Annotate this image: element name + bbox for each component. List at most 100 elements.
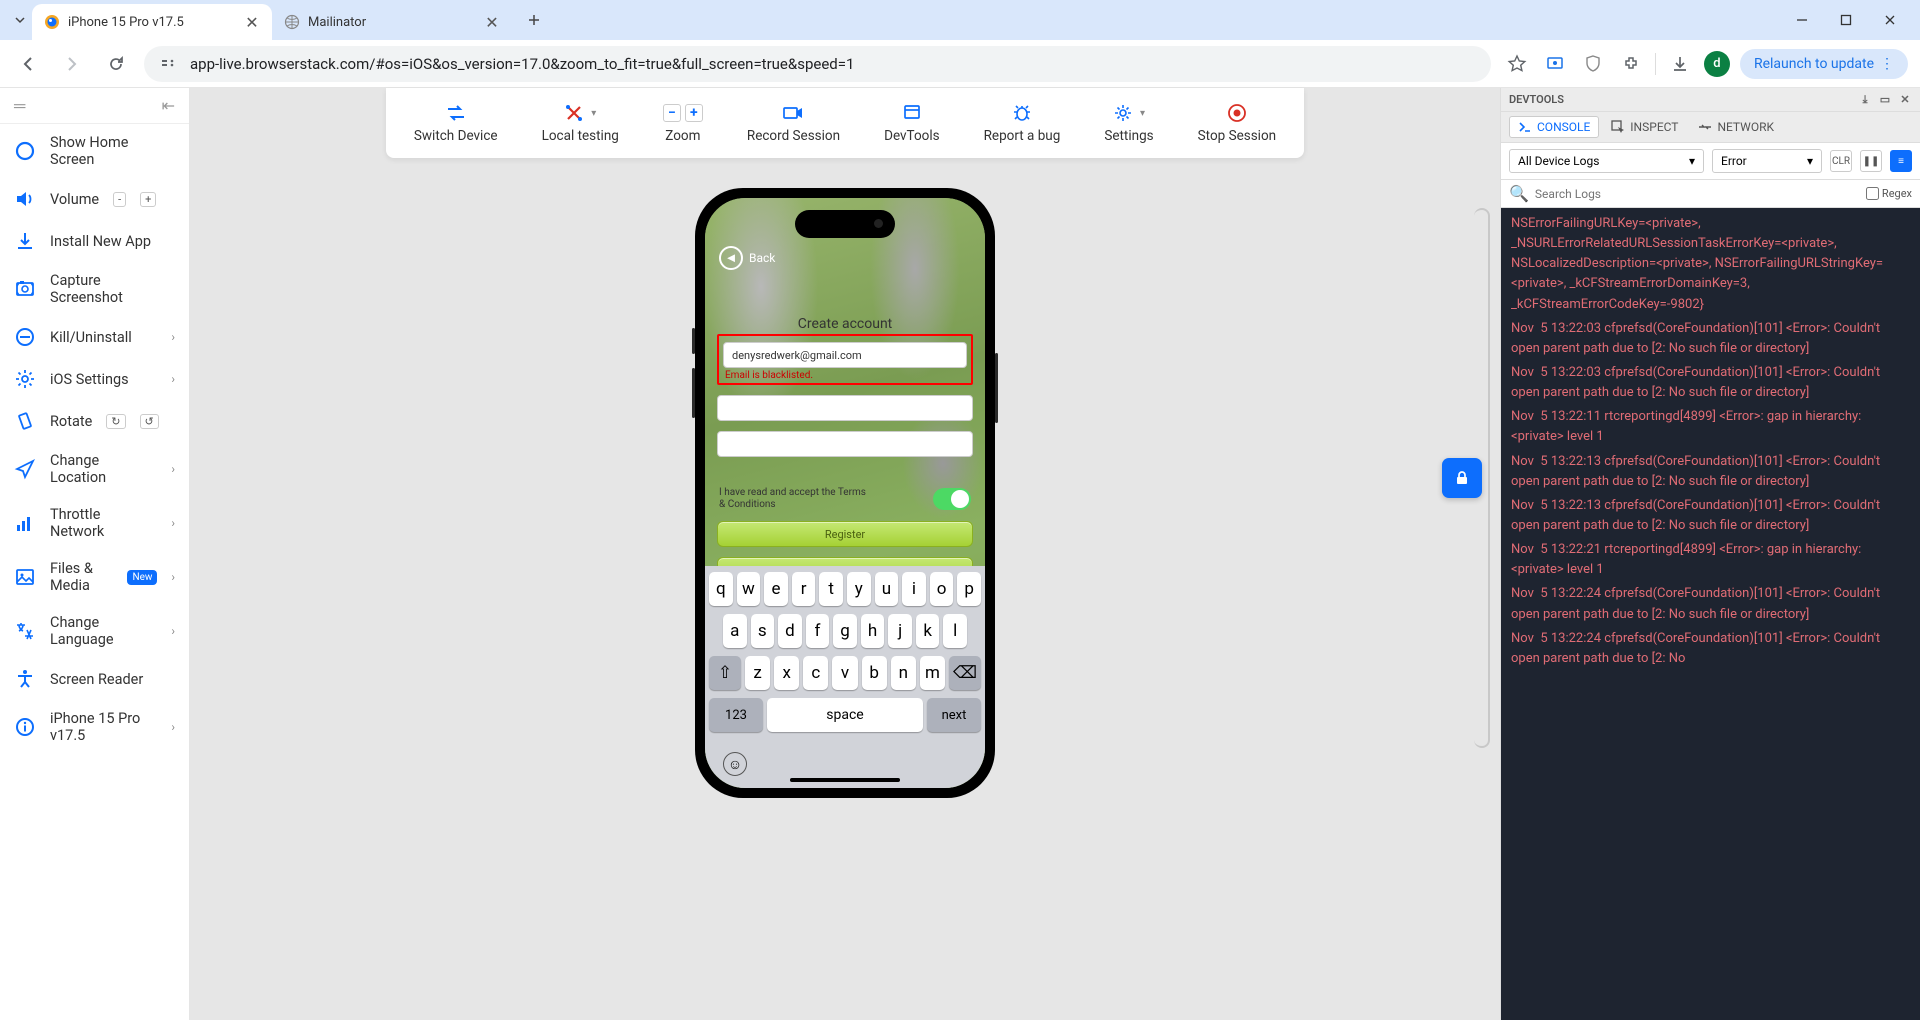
sidebar-item-show-home-screen[interactable]: Show Home Screen	[0, 124, 189, 178]
tab-console[interactable]: CONSOLE	[1509, 116, 1599, 138]
record-session-button[interactable]: Record Session	[737, 98, 850, 148]
star-icon[interactable]	[1503, 50, 1531, 78]
browser-tab-active[interactable]: iPhone 15 Pro v17.5 ✕	[32, 4, 272, 40]
stop-session-button[interactable]: Stop Session	[1188, 98, 1286, 148]
tab-network[interactable]: NETWORK	[1690, 117, 1782, 137]
sidebar-item-ios-settings[interactable]: iOS Settings›	[0, 358, 189, 400]
mini-button[interactable]: ↺	[140, 414, 159, 429]
email-input[interactable]	[723, 342, 967, 368]
pause-logs-button[interactable]: ❚❚	[1860, 150, 1882, 172]
sidebar-item-kill-uninstall[interactable]: Kill/Uninstall›	[0, 316, 189, 358]
zoom-button[interactable]: −+ Zoom	[653, 98, 713, 148]
close-icon[interactable]: ✕	[244, 14, 260, 30]
downloads-icon[interactable]	[1666, 50, 1694, 78]
key-x[interactable]: x	[774, 656, 799, 690]
sidebar-item-volume[interactable]: Volume- +	[0, 178, 189, 220]
app-back-button[interactable]: ◄ Back	[719, 246, 775, 270]
switch-device-button[interactable]: Switch Device	[404, 98, 508, 148]
key-q[interactable]: q	[709, 572, 733, 606]
download-logs-icon[interactable]: ⤓	[1858, 93, 1872, 107]
key-w[interactable]: w	[737, 572, 761, 606]
cast-icon[interactable]	[1541, 50, 1569, 78]
confirm-password-input[interactable]	[717, 431, 973, 457]
register-button[interactable]: Register	[717, 521, 973, 547]
key-z[interactable]: z	[745, 656, 770, 690]
extensions-icon[interactable]	[1617, 50, 1645, 78]
tab-inspect[interactable]: INSPECT	[1603, 117, 1686, 137]
window-close-button[interactable]	[1876, 6, 1904, 34]
key-c[interactable]: c	[803, 656, 828, 690]
numbers-key[interactable]: 123	[709, 698, 763, 732]
sidebar-item-iphone-15-pro-v17-5[interactable]: iPhone 15 Pro v17.5›	[0, 700, 189, 754]
key-n[interactable]: n	[891, 656, 916, 690]
devtools-close-icon[interactable]: ✕	[1898, 93, 1912, 107]
tab-list-dropdown[interactable]	[8, 8, 32, 32]
key-p[interactable]: p	[957, 572, 981, 606]
key-g[interactable]: g	[833, 614, 857, 648]
key-k[interactable]: k	[916, 614, 940, 648]
local-testing-button[interactable]: ▾ Local testing	[532, 98, 629, 148]
key-e[interactable]: e	[764, 572, 788, 606]
sidebar-item-change-language[interactable]: Change Language›	[0, 604, 189, 658]
key-d[interactable]: d	[778, 614, 802, 648]
dock-side-icon[interactable]: ▭	[1878, 93, 1892, 107]
profile-avatar[interactable]: d	[1704, 51, 1730, 77]
key-j[interactable]: j	[888, 614, 912, 648]
key-b[interactable]: b	[862, 656, 887, 690]
devtools-button[interactable]: DevTools	[874, 98, 950, 148]
password-input[interactable]	[717, 395, 973, 421]
minimize-button[interactable]	[1788, 6, 1816, 34]
terms-toggle[interactable]	[933, 488, 971, 510]
key-s[interactable]: s	[751, 614, 775, 648]
site-settings-icon[interactable]	[160, 54, 180, 74]
backspace-key[interactable]: ⌫	[949, 656, 981, 690]
search-logs-input[interactable]	[1535, 187, 1860, 201]
device-log-filter[interactable]: All Device Logs▾	[1509, 149, 1704, 173]
sidebar-item-change-location[interactable]: Change Location›	[0, 442, 189, 496]
sidebar-item-throttle-network[interactable]: Throttle Network›	[0, 496, 189, 550]
forward-button[interactable]	[56, 48, 88, 80]
browser-tab-inactive[interactable]: Mailinator ✕	[272, 4, 512, 40]
tail-logs-button[interactable]: ≡	[1890, 150, 1912, 172]
report-bug-button[interactable]: Report a bug	[974, 98, 1071, 148]
shield-icon[interactable]	[1579, 50, 1607, 78]
key-f[interactable]: f	[806, 614, 830, 648]
drag-handle-icon[interactable]: ═	[14, 96, 25, 116]
collapse-sidebar-icon[interactable]: ⇤	[162, 96, 175, 115]
reload-button[interactable]	[100, 48, 132, 80]
sidebar-item-screen-reader[interactable]: Screen Reader	[0, 658, 189, 700]
mini-button[interactable]: ↻	[106, 414, 125, 429]
sidebar-item-rotate[interactable]: Rotate↻ ↺	[0, 400, 189, 442]
sidebar-item-install-new-app[interactable]: Install New App	[0, 220, 189, 262]
key-v[interactable]: v	[832, 656, 857, 690]
emoji-key[interactable]: ☺	[723, 752, 747, 776]
sidebar-item-files-media[interactable]: Files & MediaNew›	[0, 550, 189, 604]
log-output[interactable]: NSErrorFailingURLKey=<private>, _NSURLEr…	[1501, 208, 1920, 1020]
space-key[interactable]: space	[767, 698, 923, 732]
sidebar-item-capture-screenshot[interactable]: Capture Screenshot	[0, 262, 189, 316]
close-icon[interactable]: ✕	[484, 14, 500, 30]
key-o[interactable]: o	[930, 572, 954, 606]
next-key[interactable]: next	[927, 698, 981, 732]
back-button[interactable]	[12, 48, 44, 80]
key-y[interactable]: y	[847, 572, 871, 606]
key-l[interactable]: l	[943, 614, 967, 648]
home-indicator[interactable]	[790, 778, 900, 782]
key-u[interactable]: u	[875, 572, 899, 606]
shift-key[interactable]: ⇧	[709, 656, 741, 690]
url-field[interactable]: app-live.browserstack.com/#os=iOS&os_ver…	[144, 46, 1491, 82]
key-i[interactable]: i	[902, 572, 926, 606]
key-a[interactable]: a	[723, 614, 747, 648]
maximize-button[interactable]	[1832, 6, 1860, 34]
clear-logs-button[interactable]: CLR	[1830, 150, 1852, 172]
mini-button[interactable]: -	[113, 192, 126, 207]
mini-button[interactable]: +	[140, 192, 156, 207]
log-level-filter[interactable]: Error▾	[1712, 149, 1822, 173]
relaunch-button[interactable]: Relaunch to update⋮	[1740, 49, 1908, 79]
lock-panel-button[interactable]	[1442, 458, 1482, 498]
key-h[interactable]: h	[861, 614, 885, 648]
regex-checkbox[interactable]: Regex	[1866, 187, 1912, 200]
key-m[interactable]: m	[920, 656, 945, 690]
key-t[interactable]: t	[819, 572, 843, 606]
settings-button[interactable]: ▾ Settings	[1094, 98, 1163, 148]
